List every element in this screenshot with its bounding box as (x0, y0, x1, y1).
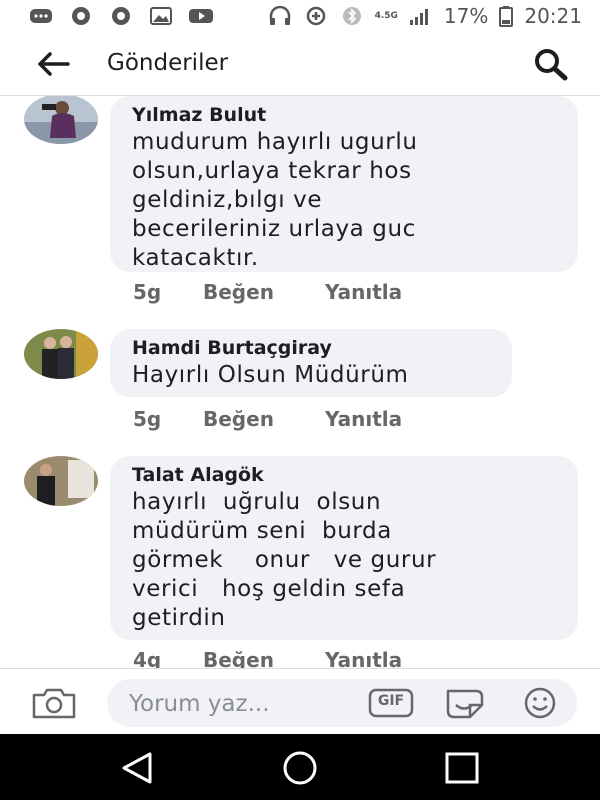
avatar[interactable] (24, 329, 98, 379)
sticker-button[interactable] (442, 685, 488, 721)
comment-actions: 5g Beğen Yanıtla (133, 280, 402, 304)
nav-home-button[interactable] (280, 750, 320, 786)
camera-icon (32, 688, 76, 719)
comment-actions: 4g Beğen Yanıtla (133, 648, 402, 668)
comment-text: hayırlı uğrulu olsun müdürüm seni burda … (132, 489, 437, 631)
comment-bubble[interactable]: Talat Alagök hayırlı uğrulu olsun müdürü… (110, 456, 578, 640)
message-icon (30, 9, 52, 23)
avatar[interactable] (24, 96, 98, 144)
reply-button[interactable]: Yanıtla (325, 648, 402, 668)
battery-percent: 17% (443, 4, 489, 28)
comment-author[interactable]: Hamdi Burtaçgiray (132, 335, 490, 361)
app-header: Gönderiler (0, 32, 600, 96)
page-title: Gönderiler (107, 50, 229, 76)
camera-button[interactable] (30, 685, 78, 721)
comment-time: 4g (133, 648, 162, 668)
comment-input-container[interactable]: GIF (107, 679, 577, 727)
comments-list[interactable]: Yılmaz Bulut mudurum hayırlı ugurlu olsu… (0, 96, 600, 668)
arrow-left-icon (38, 52, 70, 76)
circle-home-icon (283, 751, 317, 785)
comment-input[interactable] (127, 687, 361, 721)
bluetooth-icon (342, 7, 361, 25)
like-button[interactable]: Beğen (203, 407, 325, 431)
headset-icon (269, 6, 290, 25)
avatar[interactable] (24, 456, 98, 506)
nav-back-button[interactable] (118, 750, 158, 786)
triangle-back-icon (122, 752, 152, 784)
notification-icons (28, 6, 214, 26)
emoji-button[interactable] (517, 685, 563, 721)
system-navigation-bar (0, 734, 600, 800)
comment-time: 5g (133, 407, 162, 431)
avatar-photo-icon (24, 456, 98, 506)
reply-button[interactable]: Yanıtla (325, 407, 402, 431)
like-button[interactable]: Beğen (203, 648, 325, 668)
emoji-icon (524, 687, 556, 719)
comment-author[interactable]: Yılmaz Bulut (132, 102, 556, 128)
reply-button[interactable]: Yanıtla (325, 280, 402, 304)
comment-author[interactable]: Talat Alagök (132, 462, 556, 488)
data-saver-icon (306, 6, 325, 26)
nav-recents-button[interactable] (442, 750, 482, 786)
gallery-icon (150, 7, 172, 25)
system-status: 4.5G 17% 20:21 (267, 4, 582, 28)
gif-label: GIF (377, 693, 405, 709)
search-button[interactable] (528, 46, 572, 82)
comment-composer: GIF (0, 668, 600, 735)
comment-time: 5g (133, 280, 162, 304)
gif-button[interactable]: GIF (368, 688, 414, 718)
clock: 20:21 (524, 4, 582, 28)
like-button[interactable]: Beğen (203, 280, 325, 304)
signal-icon (409, 9, 428, 25)
square-recents-icon (445, 752, 479, 784)
avatar-photo-icon (24, 329, 98, 379)
chrome-icon (112, 7, 130, 25)
comment-actions: 5g Beğen Yanıtla (133, 407, 402, 431)
comment-bubble[interactable]: Hamdi Burtaçgiray Hayırlı Olsun Müdürüm (110, 329, 512, 397)
search-icon (535, 49, 568, 81)
avatar-photo-icon (24, 96, 98, 144)
sticker-icon (446, 689, 484, 719)
comment-text: mudurum hayırlı ugurlu olsun,urlaya tekr… (132, 129, 418, 271)
battery-icon (499, 6, 514, 27)
comment-bubble[interactable]: Yılmaz Bulut mudurum hayırlı ugurlu olsu… (110, 96, 578, 272)
network-type-label: 4.5G (374, 11, 398, 21)
status-bar: 4.5G 17% 20:21 (0, 0, 600, 32)
chrome-icon (72, 7, 90, 25)
back-button[interactable] (30, 46, 76, 82)
youtube-icon (189, 9, 213, 23)
comment-text: Hayırlı Olsun Müdürüm (132, 362, 409, 388)
